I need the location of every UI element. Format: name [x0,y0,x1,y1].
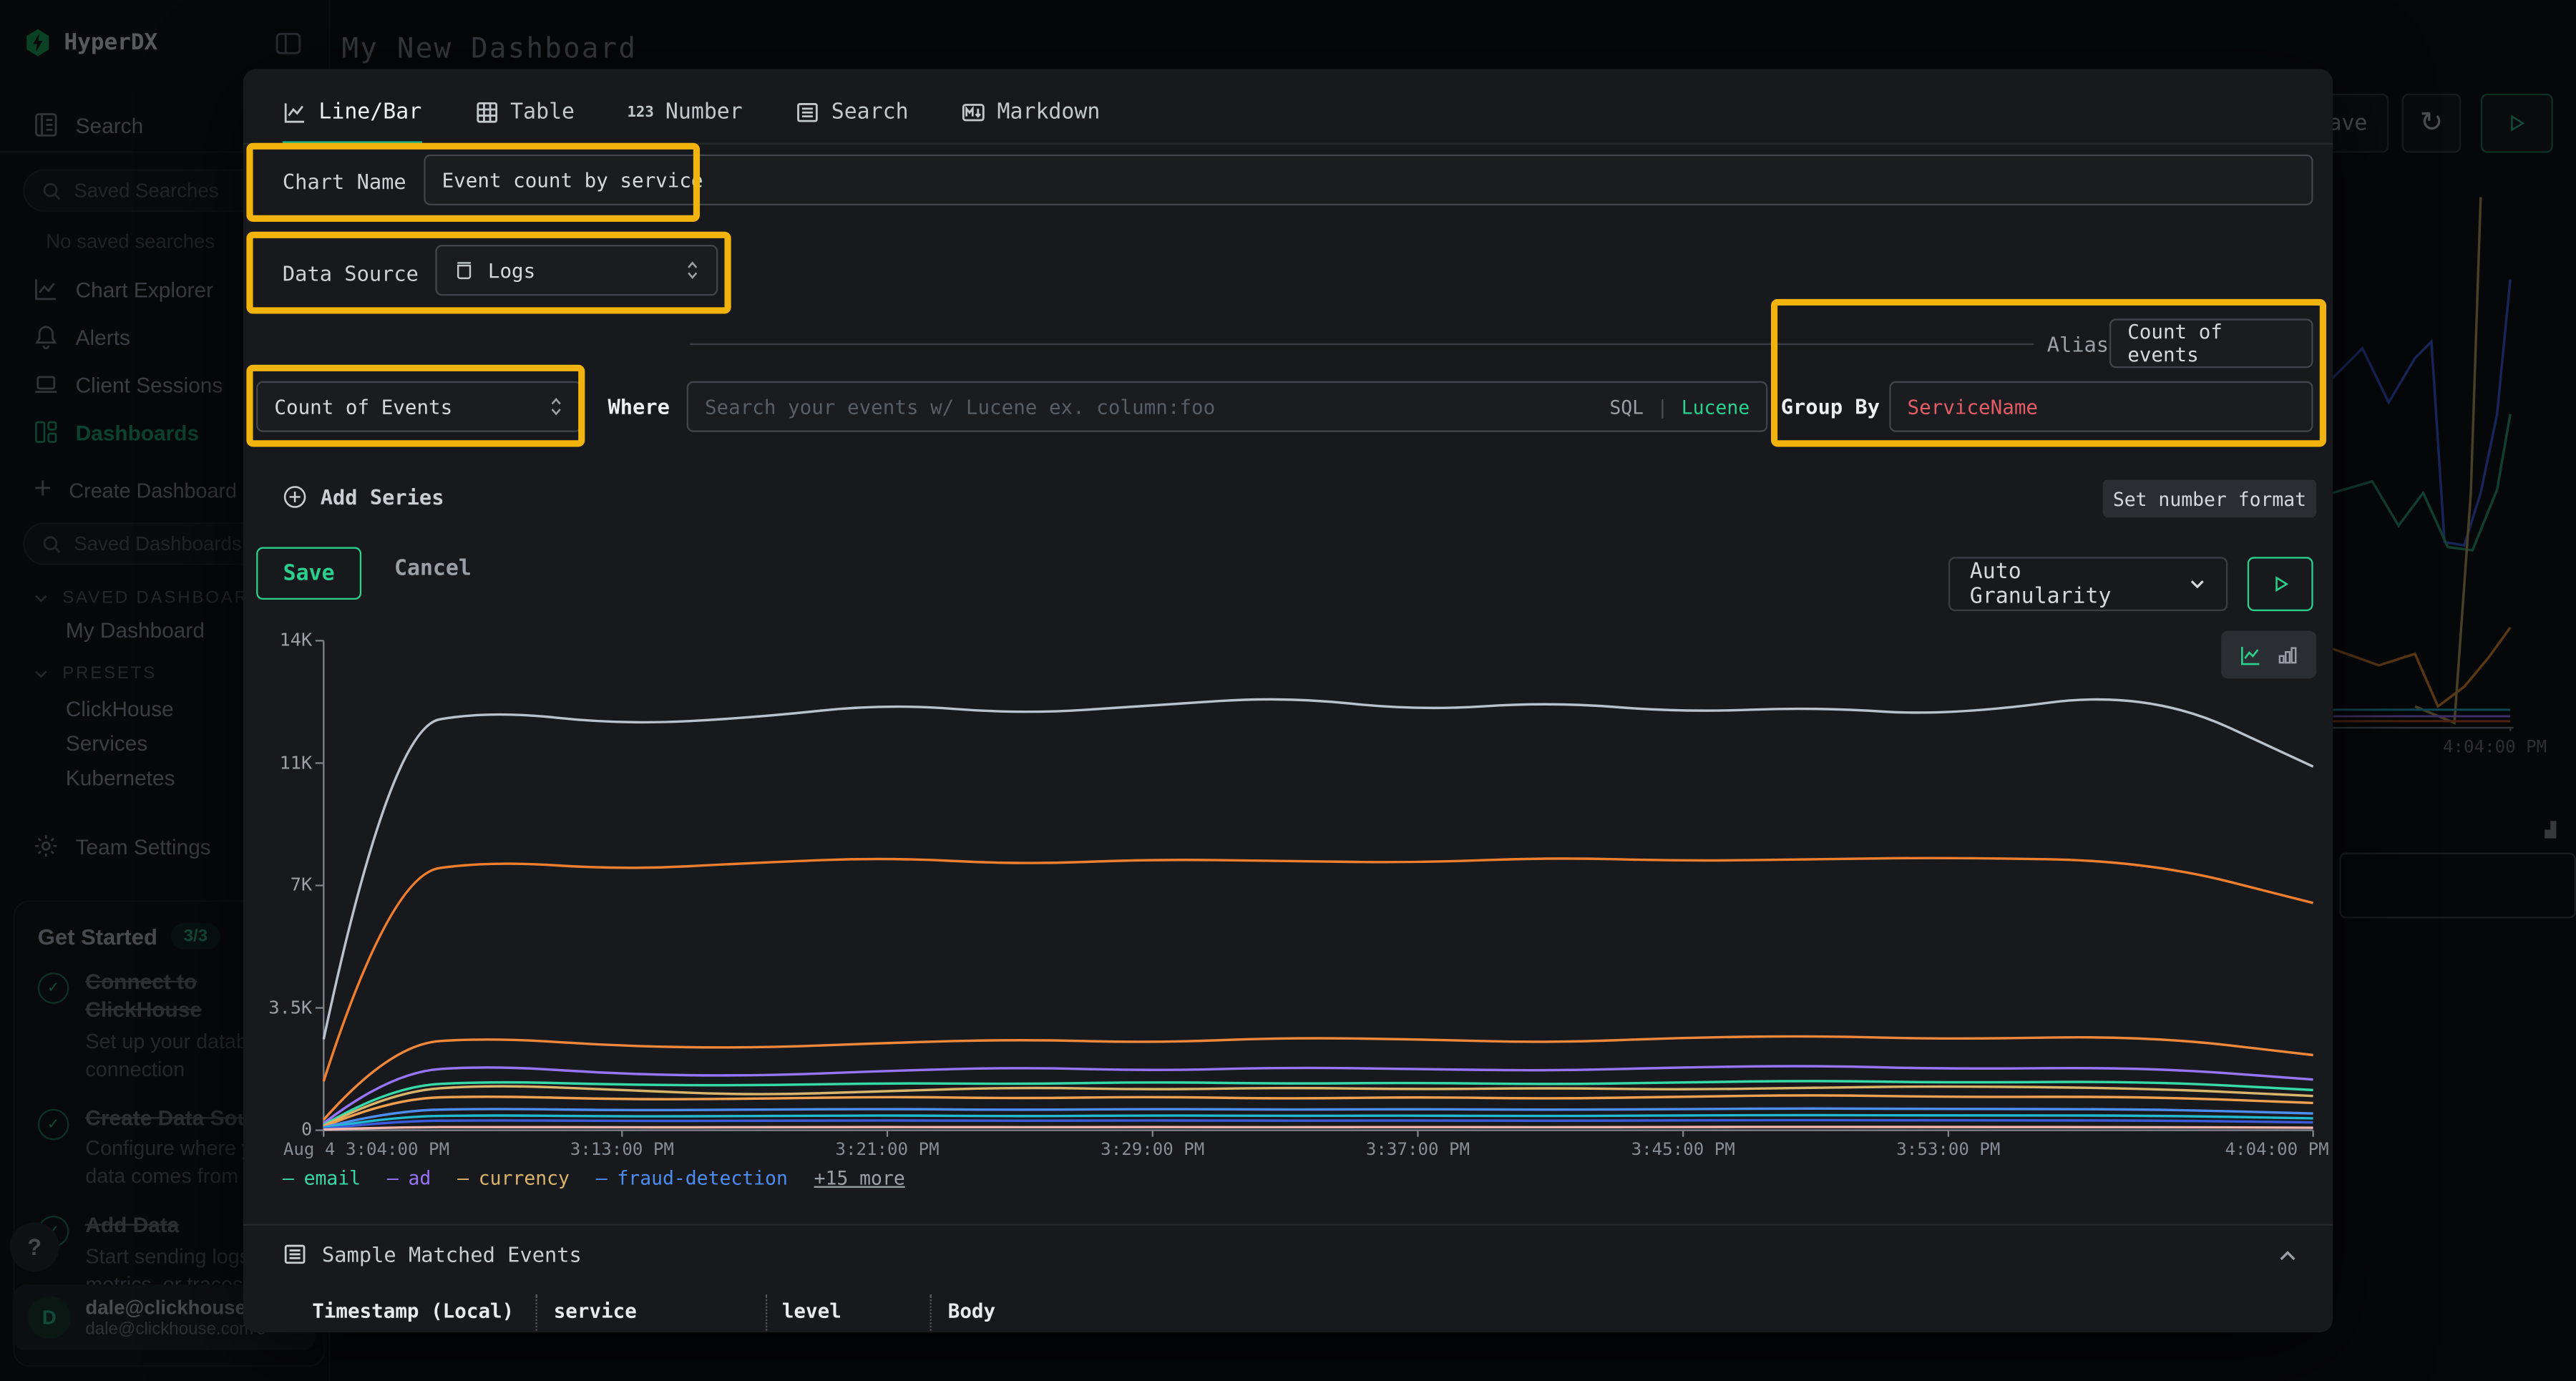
save-button[interactable]: Save [256,547,361,600]
legend-item[interactable]: —email [283,1166,361,1189]
divider [690,343,2034,345]
data-source-label: Data Source [283,261,419,286]
set-number-format-button[interactable]: Set number format [2103,479,2316,517]
group-by-label: Group By [1781,394,1880,419]
run-query-button[interactable] [2248,557,2313,611]
chart-series [323,1108,2313,1127]
x-axis-tick: 3:37:00 PM [1366,1140,1470,1160]
number-123-icon: 123 [627,104,653,121]
tab-search[interactable]: Search [795,82,908,144]
tab-table[interactable]: Table [474,82,575,144]
preview-chart: 03.5K7K11K14KAug 4 3:04:00 PM3:13:00 PM3… [323,640,2313,1130]
where-label: Where [608,394,669,419]
alias-label: Alias [2047,332,2109,356]
column-separator[interactable] [535,1294,537,1331]
x-axis-tick: Aug 4 3:04:00 PM [283,1140,449,1160]
legend-item[interactable]: —currency [457,1166,570,1189]
x-axis-tick: 3:21:00 PM [835,1140,939,1160]
y-axis-tick: 14K [246,629,312,650]
plus-circle-icon [283,484,307,509]
data-source-value: Logs [488,259,535,282]
tab-label: Number [665,100,743,125]
y-axis-tick: 11K [246,751,312,773]
list-icon [795,100,819,125]
tab-label: Line/Bar [318,100,421,125]
sample-matched-events-header[interactable]: Sample Matched Events [283,1242,582,1267]
cancel-button[interactable]: Cancel [394,557,472,581]
list-icon [283,1242,307,1267]
tab-number[interactable]: 123 Number [627,82,742,144]
alias-value: Count of events [2127,321,2295,366]
collapse-section-icon[interactable] [2277,1245,2298,1267]
chart-series [323,699,2313,1039]
column-separator[interactable] [766,1294,767,1331]
y-axis-tick: 7K [246,874,312,895]
markdown-icon [961,100,985,125]
aggregation-select[interactable]: Count of Events [256,381,582,432]
tab-label: Table [510,100,575,125]
column-separator[interactable] [930,1294,931,1331]
column-header-level[interactable]: level [782,1299,841,1322]
database-icon [454,260,475,281]
group-by-input[interactable]: ServiceName [1889,381,2313,432]
column-header-body[interactable]: Body [948,1299,995,1322]
events-table-header: Timestamp (Local) service level Body [243,1292,2333,1332]
aggregation-value: Count of Events [274,395,452,418]
play-icon [2271,575,2289,593]
granularity-select[interactable]: Auto Granularity [1948,557,2228,611]
x-axis-tick: 3:53:00 PM [1896,1140,2000,1160]
group-by-value: ServiceName [1908,395,2038,418]
chart-name-value: Event count by service [442,168,703,191]
add-series-button[interactable]: Add Series [283,484,444,509]
sql-mode-toggle[interactable]: SQL [1609,395,1644,418]
chart-series [323,1127,2313,1130]
pipe-separator: | [1657,395,1668,418]
alias-input[interactable]: Count of events [2109,318,2313,368]
chart-name-input[interactable]: Event count by service [424,155,2313,205]
x-axis-tick: 3:45:00 PM [1631,1140,1735,1160]
tab-label: Markdown [997,100,1101,125]
chart-series [323,1036,2313,1119]
granularity-value: Auto Granularity [1970,560,2172,609]
legend-more-link[interactable]: +15 more [814,1166,905,1189]
table-icon [474,100,499,125]
y-axis-tick: 0 [246,1119,312,1141]
tab-label: Search [831,100,909,125]
tab-bar: Line/Bar Table 123 Number Search [243,82,2333,145]
y-axis-tick: 3.5K [246,996,312,1018]
line-chart-icon [283,100,307,125]
chart-legend: —email —ad —currency —fraud-detection +15 mo… [283,1166,905,1189]
add-series-label: Add Series [321,484,444,509]
x-axis-tick: 3:13:00 PM [570,1140,674,1160]
legend-item[interactable]: —fraud-detection [596,1166,788,1189]
select-updown-icon [685,260,700,281]
chart-series [323,858,2313,1081]
x-axis-tick: 4:04:00 PM [2225,1140,2329,1160]
divider [243,1224,2333,1225]
tab-markdown[interactable]: Markdown [961,82,1100,144]
where-placeholder: Search your events w/ Lucene ex. column:… [705,395,1215,418]
chevron-down-icon [2188,575,2206,593]
data-source-select[interactable]: Logs [435,245,718,296]
legend-item[interactable]: —ad [387,1166,431,1189]
tab-line-bar[interactable]: Line/Bar [283,82,421,144]
x-axis-tick: 3:29:00 PM [1101,1140,1204,1160]
column-header-service[interactable]: service [554,1299,637,1322]
app-root: HyperDX Search Saved Searches No saved s… [0,0,2576,1381]
select-updown-icon [549,396,564,417]
chart-name-label: Chart Name [283,169,406,193]
where-search-input[interactable]: Search your events w/ Lucene ex. column:… [687,381,1768,432]
chart-editor-modal: Line/Bar Table 123 Number Search [243,69,2333,1332]
sample-events-title: Sample Matched Events [322,1242,582,1267]
lucene-mode-toggle[interactable]: Lucene [1682,395,1750,418]
column-header-timestamp[interactable]: Timestamp (Local) [312,1299,514,1322]
